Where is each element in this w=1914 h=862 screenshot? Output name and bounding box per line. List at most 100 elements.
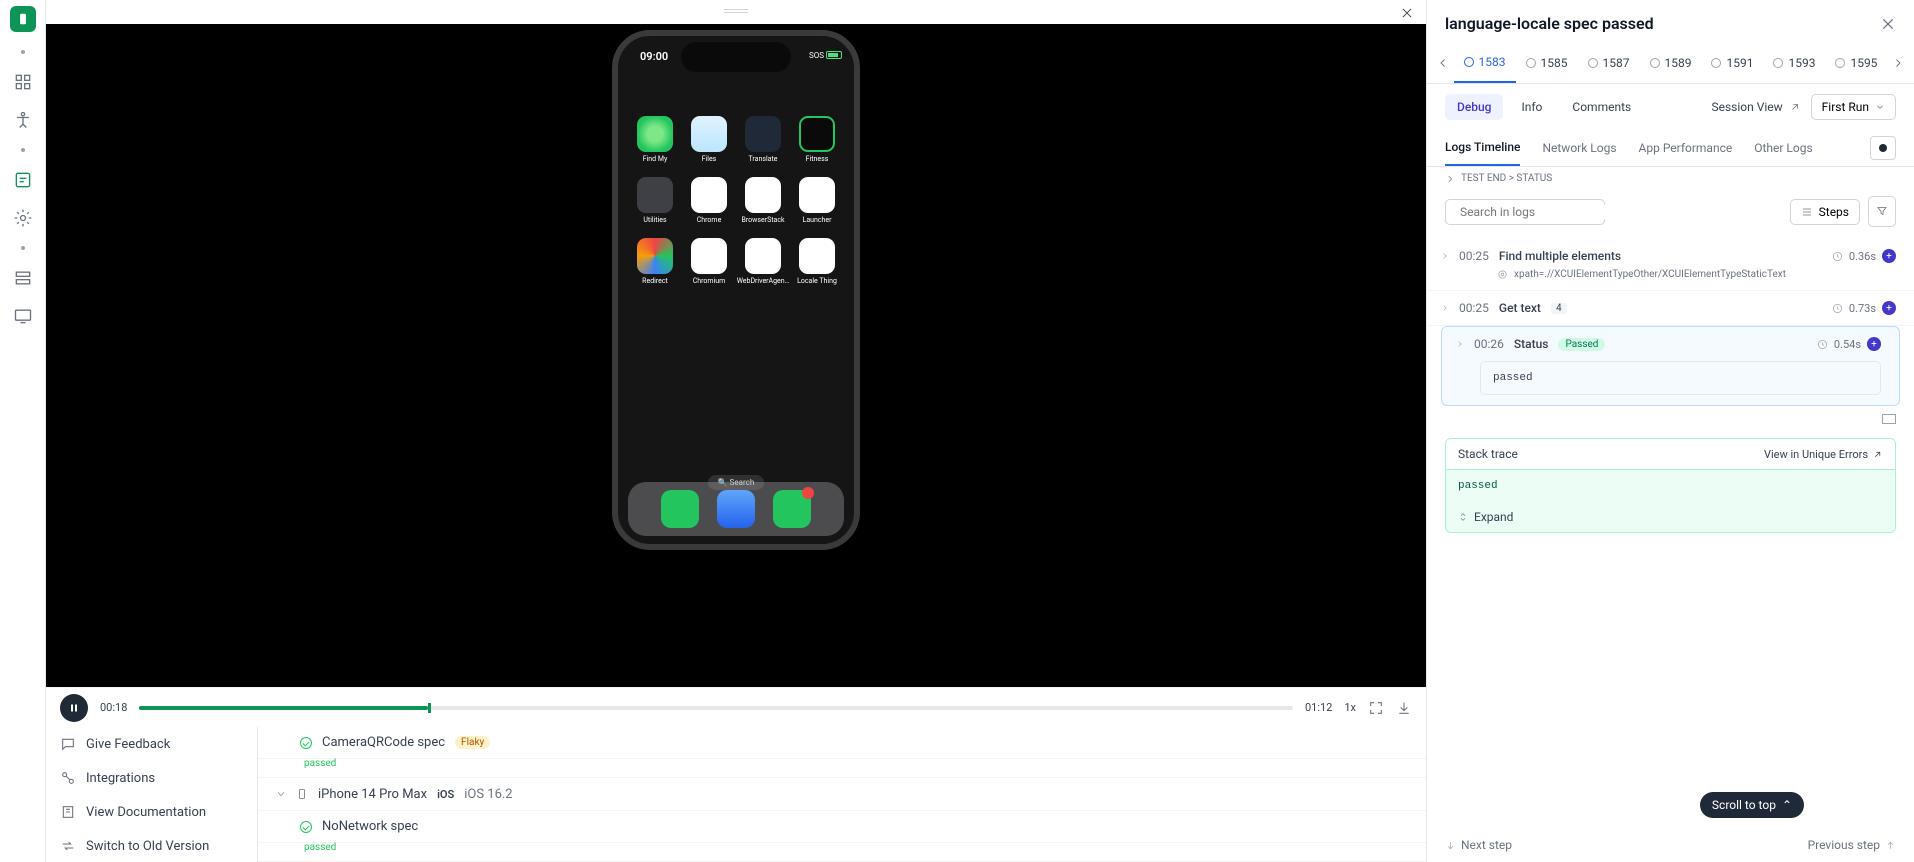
- speed-control[interactable]: 1x: [1344, 701, 1356, 714]
- test-name: CameraQRCode spec: [322, 735, 445, 750]
- search-input[interactable]: [1445, 199, 1605, 225]
- integrations[interactable]: Integrations: [46, 761, 257, 795]
- rail-separator-2: [21, 148, 25, 152]
- session-view[interactable]: Session View: [1711, 100, 1800, 114]
- device-frame: 09:00 SOS Find MyFilesTranslateFitnessUt…: [612, 30, 860, 550]
- tab-other-logs[interactable]: Other Logs: [1754, 131, 1812, 165]
- tab-logs-timeline[interactable]: Logs Timeline: [1445, 130, 1520, 166]
- view-docs[interactable]: View Documentation: [46, 795, 257, 829]
- run-1587[interactable]: 1587: [1578, 43, 1640, 83]
- video-preview: 09:00 SOS Find MyFilesTranslateFitnessUt…: [46, 24, 1426, 687]
- clock-icon: [1832, 251, 1843, 262]
- filter-button[interactable]: [1868, 196, 1896, 227]
- panel-title: language-locale spec passed: [1445, 14, 1654, 33]
- tab-network-logs[interactable]: Network Logs: [1542, 131, 1616, 165]
- test-name: NoNetwork spec: [322, 819, 418, 834]
- close-icon[interactable]: [1400, 6, 1414, 20]
- log-row-find-elements[interactable]: 00:25 Find multiple elements 0.36s+ xpat…: [1427, 239, 1914, 291]
- test-row-camera-status: passed: [258, 750, 1426, 778]
- download-icon[interactable]: [1396, 700, 1412, 716]
- app-chromium: Chromium: [687, 238, 731, 285]
- count-badge: 4: [1551, 303, 1567, 314]
- run-1593[interactable]: 1593: [1763, 43, 1825, 83]
- app-browserstack: BrowserStack: [741, 177, 785, 224]
- test-row-nonetwork-status: passed: [258, 834, 1426, 862]
- app-utilities: Utilities: [633, 177, 677, 224]
- view-unique-errors[interactable]: View in Unique Errors: [1764, 448, 1883, 461]
- tab-debug[interactable]: Debug: [1445, 94, 1503, 120]
- rail-separator-3: [21, 246, 25, 250]
- collapse-icon[interactable]: [1882, 414, 1896, 424]
- expand-icon[interactable]: +: [1882, 301, 1896, 315]
- breadcrumb: TEST END > STATUS: [1427, 167, 1914, 190]
- app-chrome: Chrome: [687, 177, 731, 224]
- expand-icon[interactable]: +: [1882, 249, 1896, 263]
- run-1591[interactable]: 1591: [1701, 43, 1763, 83]
- video-controls: 00:18 01:12 1x: [46, 687, 1426, 727]
- messages-app-icon: [773, 490, 811, 528]
- app-locale-thing: Locale Thing: [795, 238, 839, 285]
- runs-next[interactable]: [1887, 43, 1908, 83]
- search-field[interactable]: [1460, 205, 1616, 219]
- status-passed-icon: [300, 821, 312, 833]
- os-version: iOS 16.2: [464, 787, 512, 802]
- fullscreen-icon[interactable]: [1368, 700, 1384, 716]
- dynamic-island: [681, 42, 791, 72]
- rail-separator: [21, 50, 25, 54]
- safari-app-icon: [717, 490, 755, 528]
- run-1585[interactable]: 1585: [1516, 43, 1578, 83]
- tab-info[interactable]: Info: [1509, 94, 1554, 120]
- runs-prev[interactable]: [1433, 43, 1454, 83]
- steps-toggle[interactable]: Steps: [1790, 199, 1860, 225]
- caret-icon: [1441, 252, 1449, 260]
- target-icon: [1497, 269, 1508, 280]
- phone-app-icon: [661, 490, 699, 528]
- battery-icon: [826, 51, 842, 59]
- run-1589[interactable]: 1589: [1640, 43, 1702, 83]
- home-icon[interactable]: [13, 72, 33, 92]
- stack-body: passed: [1446, 470, 1895, 502]
- prev-step[interactable]: Previous step: [1808, 838, 1896, 852]
- monitor-icon[interactable]: [13, 306, 33, 326]
- record-icon[interactable]: [1870, 136, 1896, 160]
- seek-bar[interactable]: [139, 706, 1293, 710]
- device-name: iPhone 14 Pro Max: [318, 787, 427, 802]
- give-feedback[interactable]: Give Feedback: [46, 727, 257, 761]
- tab-app-perf[interactable]: App Performance: [1639, 131, 1733, 165]
- tests-icon[interactable]: [13, 170, 33, 190]
- app-redirect: Redirect: [633, 238, 677, 285]
- caret-icon: [1456, 340, 1464, 348]
- os-badge: iOS: [437, 788, 454, 801]
- close-panel-icon[interactable]: [1880, 16, 1896, 32]
- brand-logo[interactable]: [10, 6, 36, 32]
- run-1583[interactable]: 1583: [1454, 43, 1516, 83]
- scroll-to-top[interactable]: Scroll to top ⌃: [1700, 792, 1804, 818]
- log-row-get-text[interactable]: 00:25 Get text 4 0.73s+: [1427, 291, 1914, 326]
- device-row[interactable]: iPhone 14 Pro Max iOS iOS 16.2: [258, 778, 1426, 811]
- accessibility-icon[interactable]: [13, 110, 33, 130]
- expand-icon[interactable]: +: [1867, 337, 1881, 351]
- layers-icon[interactable]: [13, 268, 33, 288]
- next-step[interactable]: Next step: [1445, 838, 1512, 852]
- test-list: Give Feedback Integrations View Document…: [46, 727, 1426, 862]
- app-files: Files: [687, 116, 731, 163]
- tab-comments[interactable]: Comments: [1560, 94, 1643, 120]
- device-icon: [296, 786, 308, 802]
- stack-title: Stack trace: [1458, 447, 1518, 461]
- step-nav: Next step Previous step: [1445, 838, 1896, 852]
- run-tabs: 1583158515871589159115931595: [1427, 43, 1914, 84]
- drag-handle[interactable]: [46, 0, 1426, 24]
- stack-expand[interactable]: Expand: [1446, 502, 1895, 532]
- run-selector[interactable]: First Run: [1811, 94, 1896, 120]
- details-panel: language-locale spec passed 158315851587…: [1426, 0, 1914, 862]
- log-row-status[interactable]: 00:26 Status Passed 0.54s+ passed: [1441, 326, 1900, 406]
- app-fitness: Fitness: [795, 116, 839, 163]
- app-translate: Translate: [741, 116, 785, 163]
- pause-button[interactable]: [60, 694, 88, 722]
- run-1595[interactable]: 1595: [1825, 43, 1887, 83]
- settings-icon[interactable]: [13, 208, 33, 228]
- switch-version[interactable]: Switch to Old Version: [46, 829, 257, 862]
- left-actions-panel: Give Feedback Integrations View Document…: [46, 727, 258, 862]
- dock: [628, 482, 844, 536]
- chevron-down-icon: [276, 789, 286, 799]
